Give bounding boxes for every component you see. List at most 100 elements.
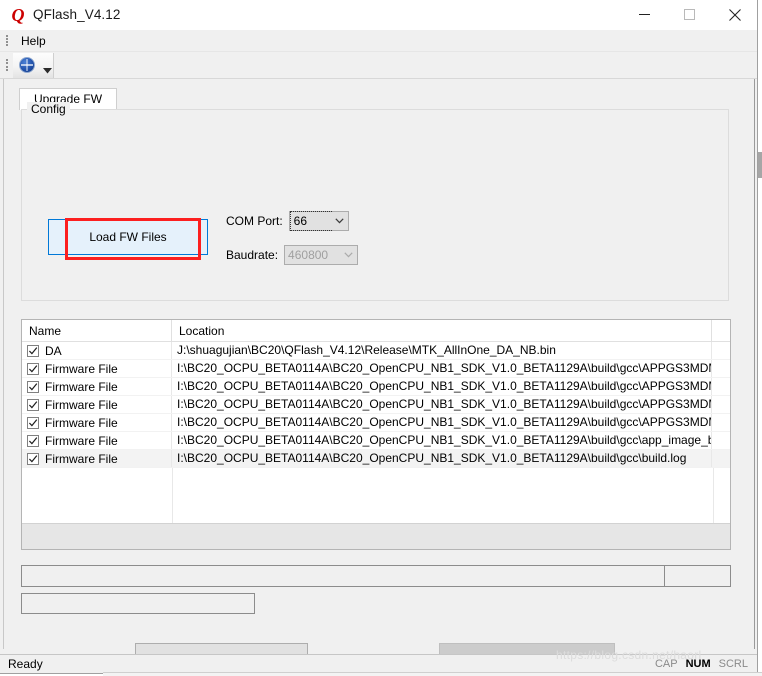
file-name-cell: Firmware File: [22, 414, 172, 431]
empty-cell: [22, 502, 173, 519]
window-controls: [622, 0, 757, 29]
checkmark-icon: [28, 364, 38, 373]
chevron-down-icon: [335, 218, 344, 224]
desktop-background-strip: [758, 0, 762, 676]
baudrate-select[interactable]: 460800: [284, 245, 359, 265]
close-button[interactable]: [712, 0, 757, 29]
load-fw-files-button[interactable]: Load FW Files: [48, 219, 208, 255]
status-indicator-cap: CAP: [654, 658, 678, 670]
file-list-header: Name Location: [22, 320, 730, 342]
qflash-main-window: Q QFlash_V4.12 Help Upgrade FW Config Lo…: [0, 0, 758, 674]
chevron-down-icon: [344, 252, 353, 258]
client-area: Upgrade FW Config Load FW Files COM Port…: [0, 79, 757, 673]
table-row[interactable]: Firmware File I:\BC20_OCPU_BETA0114A\BC20…: [22, 450, 730, 468]
empty-cell: [173, 502, 714, 519]
file-location-cell: J:\shuagujian\BC20\QFlash_V4.12\Release\…: [172, 342, 712, 359]
firmware-file-list[interactable]: Name Location DA J:\shuagujian\BC20\QFlas…: [21, 319, 731, 550]
checkmark-icon: [28, 382, 38, 391]
file-name-label: DA: [45, 343, 62, 358]
file-extra-cell: [712, 396, 730, 413]
file-extra-cell: [712, 432, 730, 449]
file-list-footer: [22, 523, 730, 549]
title-bar: Q QFlash_V4.12: [0, 0, 757, 30]
empty-cell: [173, 485, 714, 502]
toolbar-button-group: [13, 52, 54, 78]
menu-bar: Help: [0, 30, 757, 52]
maximize-button[interactable]: [667, 0, 712, 29]
baudrate-value: 460800: [288, 248, 329, 262]
table-row[interactable]: Firmware File I:\BC20_OCPU_BETA0114A\BC20…: [22, 378, 730, 396]
file-location-cell: I:\BC20_OCPU_BETA0114A\BC20_OpenCPU_NB1_…: [172, 360, 712, 377]
file-name-cell: Firmware File: [22, 432, 172, 449]
com-port-label: COM Port:: [226, 214, 283, 228]
empty-cell: [173, 468, 714, 485]
checkmark-icon: [28, 346, 38, 355]
minimize-button[interactable]: [622, 0, 667, 29]
window-title: QFlash_V4.12: [33, 7, 121, 22]
file-name-label: Firmware File: [45, 397, 118, 412]
row-checkbox[interactable]: [27, 416, 39, 429]
empty-cell: [22, 485, 173, 502]
baudrate-row: Baudrate: 460800: [226, 245, 359, 265]
com-port-row: COM Port: 66: [226, 211, 349, 231]
file-location-cell: I:\BC20_OCPU_BETA0114A\BC20_OpenCPU_NB1_…: [172, 396, 712, 413]
checkmark-icon: [28, 454, 38, 463]
minimize-icon: [639, 14, 650, 15]
file-extra-cell: [712, 378, 730, 395]
table-row[interactable]: Firmware File I:\BC20_OCPU_BETA0114A\BC20…: [22, 432, 730, 450]
status-indicator-scrl: SCRL: [718, 658, 748, 670]
column-header-location[interactable]: Location: [172, 320, 712, 341]
toolbar-overflow-button[interactable]: [41, 53, 53, 77]
file-name-label: Firmware File: [45, 379, 118, 394]
menu-item-help[interactable]: Help: [13, 32, 54, 50]
file-list-empty-row: [22, 502, 730, 519]
toolbar-drag-handle[interactable]: [3, 58, 10, 72]
baudrate-dropdown-arrow[interactable]: [340, 246, 358, 264]
app-logo-icon: Q: [11, 4, 25, 25]
file-extra-cell: [712, 360, 730, 377]
file-name-label: Firmware File: [45, 451, 118, 466]
chevron-down-icon: [42, 68, 52, 74]
file-location-cell: I:\BC20_OCPU_BETA0114A\BC20_OpenCPU_NB1_…: [172, 432, 712, 449]
globe-help-icon: [19, 57, 35, 73]
file-list-body: DA J:\shuagujian\BC20\QFlash_V4.12\Releas…: [22, 342, 730, 468]
file-location-cell: I:\BC20_OCPU_BETA0114A\BC20_OpenCPU_NB1_…: [172, 450, 712, 467]
table-row[interactable]: Firmware File I:\BC20_OCPU_BETA0114A\BC20…: [22, 360, 730, 378]
file-name-label: Firmware File: [45, 433, 118, 448]
toolbar: [0, 52, 757, 79]
com-port-select[interactable]: 66: [288, 211, 349, 231]
status-indicators: CAP NUM SCRL: [654, 658, 757, 670]
empty-cell: [22, 468, 173, 485]
table-row[interactable]: Firmware File I:\BC20_OCPU_BETA0114A\BC20…: [22, 396, 730, 414]
row-checkbox[interactable]: [27, 452, 39, 465]
status-text-field[interactable]: [21, 593, 255, 614]
file-name-label: Firmware File: [45, 415, 118, 430]
row-checkbox[interactable]: [27, 398, 39, 411]
column-header-name[interactable]: Name: [22, 320, 172, 341]
column-header-extra[interactable]: [712, 320, 730, 341]
help-about-button[interactable]: [13, 53, 41, 77]
menu-drag-handle[interactable]: [3, 34, 10, 48]
checkmark-icon: [28, 418, 38, 427]
upgrade-panel: Upgrade FW Config Load FW Files COM Port…: [3, 79, 755, 673]
table-row[interactable]: Firmware File I:\BC20_OCPU_BETA0114A\BC20…: [22, 414, 730, 432]
file-name-cell: Firmware File: [22, 396, 172, 413]
file-list-empty-row: [22, 468, 730, 485]
row-checkbox[interactable]: [27, 380, 39, 393]
status-indicator-num: NUM: [685, 658, 711, 670]
file-extra-cell: [712, 342, 730, 359]
file-location-cell: I:\BC20_OCPU_BETA0114A\BC20_OpenCPU_NB1_…: [172, 378, 712, 395]
checkmark-icon: [28, 436, 38, 445]
row-checkbox[interactable]: [27, 344, 39, 357]
row-checkbox[interactable]: [27, 362, 39, 375]
com-port-dropdown-arrow[interactable]: [330, 212, 348, 230]
maximize-icon: [684, 9, 695, 20]
table-row[interactable]: DA J:\shuagujian\BC20\QFlash_V4.12\Releas…: [22, 342, 730, 360]
file-extra-cell: [712, 414, 730, 431]
file-name-cell: Firmware File: [22, 378, 172, 395]
file-name-cell: DA: [22, 342, 172, 359]
file-name-cell: Firmware File: [22, 360, 172, 377]
desktop-peek-strip: [103, 672, 762, 676]
baudrate-label: Baudrate:: [226, 248, 279, 262]
row-checkbox[interactable]: [27, 434, 39, 447]
